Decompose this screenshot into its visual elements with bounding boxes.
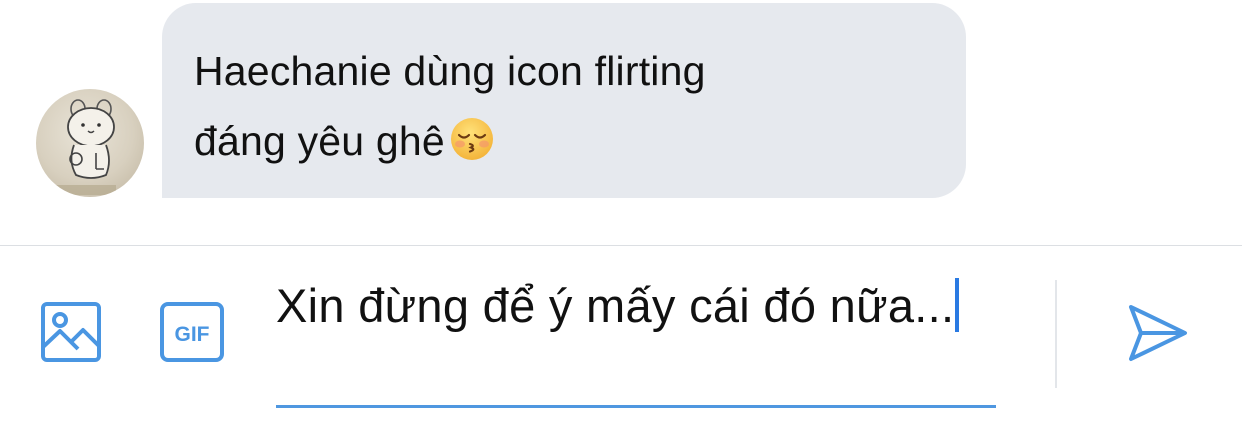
message-input[interactable]: Xin đừng để ý mấy cái đó nữa... [276, 272, 996, 408]
sender-avatar[interactable] [36, 89, 144, 197]
composer-divider [0, 245, 1242, 246]
send-separator [1055, 280, 1057, 388]
bear-doodle-icon [56, 99, 116, 195]
image-icon [41, 302, 101, 362]
message-line-1: Haechanie dùng icon flirting [194, 48, 706, 94]
send-button[interactable] [1126, 302, 1190, 364]
message-text: Haechanie dùng icon flirting đáng yêu gh… [194, 36, 934, 176]
message-line-2-text: đáng yêu ghê [194, 118, 445, 164]
dm-conversation-screen: Haechanie dùng icon flirting đáng yêu gh… [0, 0, 1242, 426]
gif-icon: GIF [160, 302, 224, 362]
text-caret [955, 278, 960, 332]
gif-label: GIF [175, 323, 210, 346]
add-photo-button[interactable] [40, 301, 102, 363]
draft-text: Xin đừng để ý mấy cái đó nữa... [276, 279, 955, 332]
add-gif-button[interactable]: GIF [159, 301, 225, 363]
send-icon [1129, 305, 1187, 361]
message-input-text: Xin đừng để ý mấy cái đó nữa... [276, 272, 996, 337]
input-underline [276, 405, 996, 408]
incoming-message-bubble[interactable]: Haechanie dùng icon flirting đáng yêu gh… [162, 3, 966, 198]
kissing-face-icon [449, 113, 495, 160]
message-line-2: đáng yêu ghê [194, 106, 934, 176]
